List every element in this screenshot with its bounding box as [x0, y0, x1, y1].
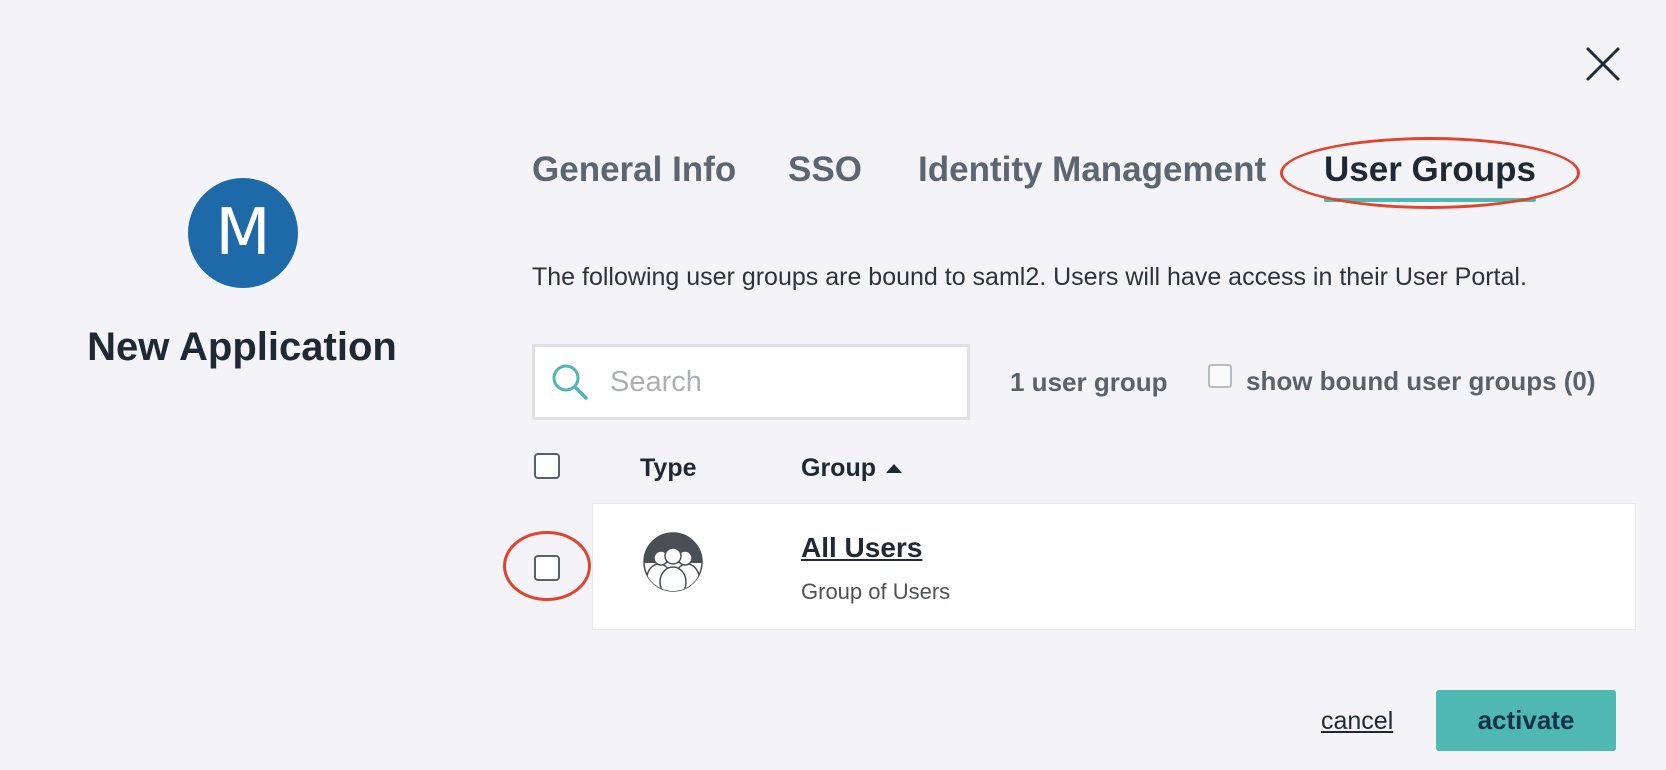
- cancel-link[interactable]: cancel: [1321, 707, 1393, 736]
- application-modal: M New Application General Info SSO Ident…: [0, 0, 1666, 770]
- tab-identity-management[interactable]: Identity Management: [918, 150, 1266, 190]
- close-icon: [1586, 47, 1620, 81]
- show-bound-toggle[interactable]: show bound user groups (0): [1208, 363, 1596, 397]
- user-groups-description: The following user groups are bound to s…: [532, 263, 1527, 291]
- sort-ascending-icon: [886, 464, 902, 473]
- app-name: New Application: [87, 325, 397, 369]
- group-name-link[interactable]: All Users: [801, 532, 922, 564]
- column-header-type: Type: [640, 454, 697, 482]
- tab-user-groups[interactable]: User Groups: [1324, 150, 1536, 202]
- show-bound-checkbox[interactable]: [1208, 363, 1232, 388]
- column-header-group[interactable]: Group: [801, 454, 902, 483]
- show-bound-label: show bound user groups (0): [1246, 366, 1596, 396]
- activate-button[interactable]: activate: [1436, 690, 1616, 751]
- search-input[interactable]: [608, 364, 952, 400]
- search-icon: [552, 364, 588, 400]
- group-count: 1 user group: [1010, 367, 1168, 397]
- search-box[interactable]: [532, 344, 970, 420]
- row-checkbox[interactable]: [534, 555, 560, 581]
- tab-general-info[interactable]: General Info: [532, 150, 736, 190]
- tab-sso[interactable]: SSO: [788, 150, 862, 190]
- select-all-checkbox[interactable]: [534, 453, 560, 479]
- close-button[interactable]: [1585, 46, 1621, 82]
- column-header-group-label: Group: [801, 454, 876, 482]
- table-row[interactable]: [592, 503, 1636, 630]
- group-subtitle: Group of Users: [801, 579, 951, 604]
- user-group-icon: [643, 532, 703, 592]
- app-avatar: M: [188, 178, 298, 288]
